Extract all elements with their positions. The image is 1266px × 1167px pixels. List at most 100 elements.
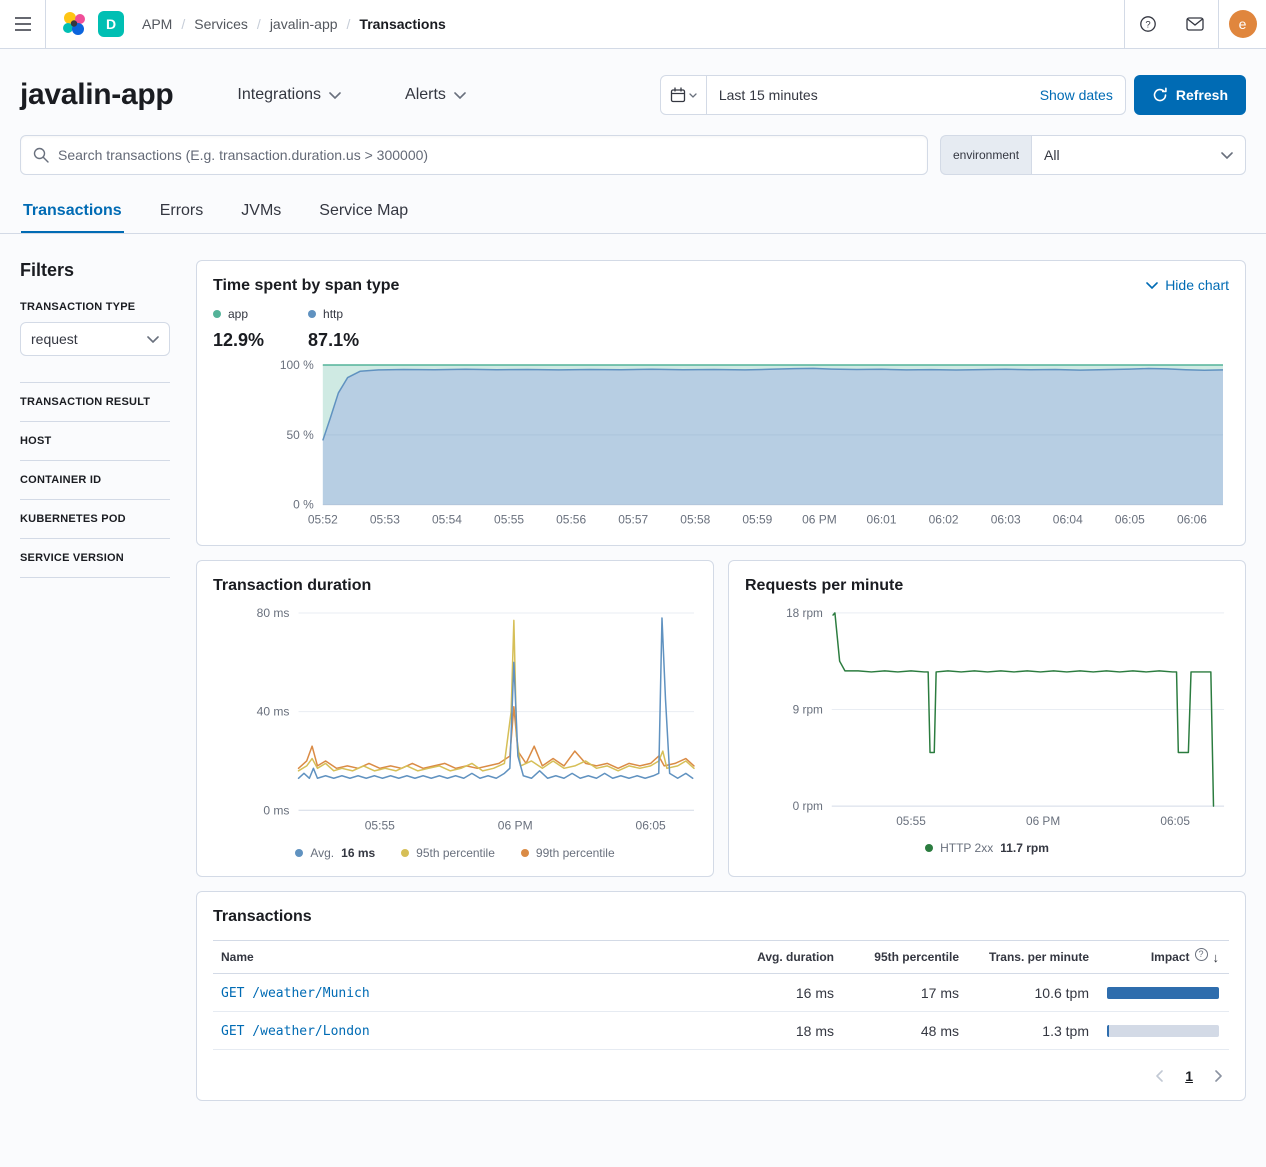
tab-jvms[interactable]: JVMs: [239, 189, 283, 233]
search-transactions-input[interactable]: [58, 147, 915, 163]
elastic-logo-icon: [60, 10, 88, 38]
environment-select[interactable]: All: [1031, 135, 1246, 175]
svg-text:05:58: 05:58: [680, 513, 710, 527]
filter-section-transaction-result[interactable]: TRANSACTION RESULT: [20, 383, 170, 422]
alerts-menu-button[interactable]: Alerts: [405, 86, 466, 104]
impact-info-icon[interactable]: ?: [1195, 948, 1208, 961]
svg-text:06:05: 06:05: [1115, 513, 1145, 527]
svg-text:05:54: 05:54: [432, 513, 462, 527]
legend-app[interactable]: app 12.9%: [213, 307, 264, 351]
breadcrumb-item-apm[interactable]: APM: [142, 16, 172, 32]
transaction-type-select[interactable]: request: [20, 322, 170, 356]
svg-text:50 %: 50 %: [287, 428, 315, 442]
refresh-button[interactable]: Refresh: [1134, 75, 1246, 115]
environment-label: environment: [940, 135, 1031, 175]
rpm-title: Requests per minute: [745, 577, 1229, 595]
svg-text:06:02: 06:02: [929, 513, 959, 527]
page-title: javalin-app: [20, 78, 173, 112]
breadcrumb-item-services[interactable]: Services: [194, 16, 248, 32]
svg-text:80 ms: 80 ms: [257, 606, 290, 620]
service-header: javalin-app Integrations Alerts: [0, 49, 1266, 125]
date-picker: Last 15 minutes Show dates Refresh: [660, 75, 1246, 115]
transaction-link-munich[interactable]: GET /weather/Munich: [221, 986, 370, 1001]
svg-text:06 PM: 06 PM: [498, 818, 533, 832]
legend-http-2xx[interactable]: HTTP 2xx 11.7 rpm: [925, 841, 1049, 855]
table-row: GET /weather/London 18 ms 48 ms 1.3 tpm: [213, 1012, 1229, 1050]
svg-text:?: ?: [1145, 19, 1150, 30]
legend-http[interactable]: http 87.1%: [308, 307, 359, 351]
svg-text:06:03: 06:03: [991, 513, 1021, 527]
legend-dot: [213, 310, 221, 318]
pagination: 1: [213, 1068, 1229, 1084]
tpm-value: 10.6 tpm: [959, 985, 1089, 1001]
breadcrumb-separator: /: [181, 16, 185, 32]
filters-sidebar: Filters TRANSACTION TYPE request TRANSAC…: [20, 260, 170, 1101]
svg-text:06:05: 06:05: [636, 818, 666, 832]
svg-text:06:01: 06:01: [867, 513, 897, 527]
column-header-tpm[interactable]: Trans. per minute: [959, 950, 1089, 964]
hamburger-menu-button[interactable]: [0, 0, 46, 48]
filter-section-service-version[interactable]: SERVICE VERSION: [20, 539, 170, 578]
transaction-link-london[interactable]: GET /weather/London: [221, 1024, 370, 1039]
svg-text:06:06: 06:06: [1177, 513, 1207, 527]
filter-section-kubernetes-pod[interactable]: KUBERNETES POD: [20, 500, 170, 539]
filter-section-host[interactable]: HOST: [20, 422, 170, 461]
user-avatar[interactable]: e: [1229, 10, 1257, 38]
breadcrumb-separator: /: [257, 16, 261, 32]
chevron-down-icon: [689, 93, 697, 98]
column-header-name[interactable]: Name: [213, 950, 719, 964]
legend-99th[interactable]: 99th percentile: [521, 846, 615, 860]
tab-transactions[interactable]: Transactions: [21, 189, 124, 233]
legend-95th[interactable]: 95th percentile: [401, 846, 495, 860]
next-page-icon: [1215, 1070, 1223, 1082]
filters-title: Filters: [20, 260, 170, 281]
elastic-logo[interactable]: [46, 0, 98, 48]
service-tabs: Transactions Errors JVMs Service Map: [0, 189, 1266, 234]
transactions-table: Name Avg. duration 95th percentile Trans…: [213, 940, 1229, 1050]
chevron-down-icon: [329, 92, 341, 99]
chevron-down-icon: [1146, 282, 1158, 289]
legend-dot: [401, 849, 409, 857]
svg-text:05:52: 05:52: [308, 513, 338, 527]
hide-chart-button[interactable]: Hide chart: [1146, 277, 1229, 293]
column-header-95th[interactable]: 95th percentile: [834, 950, 959, 964]
breadcrumb-separator: /: [347, 16, 351, 32]
rpm-chart[interactable]: 0 rpm9 rpm18 rpm05:5506 PM06:05: [745, 605, 1229, 830]
legend-dot: [308, 310, 316, 318]
help-button[interactable]: ?: [1124, 0, 1171, 48]
column-header-impact[interactable]: Impact ? ↓: [1089, 950, 1229, 965]
breadcrumb: APM / Services / javalin-app / Transacti…: [142, 16, 446, 32]
legend-dot: [925, 844, 933, 852]
show-dates-link[interactable]: Show dates: [1040, 87, 1113, 103]
impact-bar: [1107, 1025, 1219, 1037]
quick-select-date-button[interactable]: [661, 76, 707, 114]
tab-service-map[interactable]: Service Map: [317, 189, 410, 233]
svg-text:06 PM: 06 PM: [802, 513, 837, 527]
space-avatar[interactable]: D: [98, 11, 124, 37]
integrations-menu-button[interactable]: Integrations: [237, 86, 341, 104]
time-range-display[interactable]: Last 15 minutes: [719, 87, 818, 103]
span-type-chart[interactable]: 0 %50 %100 %05:5205:5305:5405:5505:5605:…: [213, 359, 1229, 529]
newsfeed-button[interactable]: [1171, 0, 1218, 48]
filter-section-container-id[interactable]: CONTAINER ID: [20, 461, 170, 500]
search-row: environment All: [0, 125, 1266, 175]
duration-chart[interactable]: 0 ms40 ms80 ms05:5506 PM06:05: [213, 605, 697, 834]
span-type-panel: Time spent by span type Hide chart app 1…: [196, 260, 1246, 546]
svg-text:18 rpm: 18 rpm: [786, 605, 823, 619]
tpm-value: 1.3 tpm: [959, 1023, 1089, 1039]
breadcrumb-item-service[interactable]: javalin-app: [270, 16, 338, 32]
breadcrumb-current: Transactions: [359, 16, 445, 32]
search-icon: [33, 147, 49, 163]
avg-duration-value: 18 ms: [719, 1023, 834, 1039]
search-box: [20, 135, 928, 175]
legend-avg[interactable]: Avg. 16 ms: [295, 846, 375, 860]
environment-filter: environment All: [940, 135, 1246, 175]
transactions-title: Transactions: [213, 908, 1229, 926]
page-number-1[interactable]: 1: [1185, 1068, 1193, 1084]
column-header-avg-duration[interactable]: Avg. duration: [719, 950, 834, 964]
rpm-legend: HTTP 2xx 11.7 rpm: [745, 841, 1229, 855]
chevron-down-icon: [1221, 152, 1233, 159]
tab-errors[interactable]: Errors: [158, 189, 206, 233]
svg-text:05:59: 05:59: [742, 513, 772, 527]
impact-bar: [1107, 987, 1219, 999]
